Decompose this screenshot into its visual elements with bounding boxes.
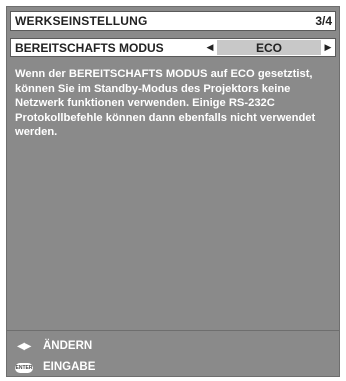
- menu-title-bar: WERKSEINSTELLUNG 3/4: [10, 11, 336, 31]
- menu-title: WERKSEINSTELLUNG: [15, 14, 148, 28]
- standby-mode-value-box: ECO: [217, 40, 321, 55]
- change-label: ÄNDERN: [43, 340, 93, 352]
- standby-mode-selector[interactable]: ◀ ECO ▶: [205, 40, 333, 55]
- standby-mode-label: BEREITSCHAFTS MODUS: [15, 41, 164, 55]
- standby-mode-description: Wenn der BEREITSCHAFTS MODUS auf ECO ges…: [15, 68, 316, 138]
- osd-menu-panel: WERKSEINSTELLUNG 3/4 BEREITSCHAFTS MODUS…: [6, 6, 340, 377]
- standby-mode-setting-row[interactable]: BEREITSCHAFTS MODUS ◀ ECO ▶: [10, 38, 336, 57]
- enter-label: EINGABE: [43, 361, 96, 373]
- enter-button-icon: ENTER: [15, 363, 33, 373]
- left-right-arrows-icon: ◀▶: [17, 341, 31, 352]
- footer-divider: [7, 330, 339, 331]
- triangle-left-icon[interactable]: ◀: [205, 40, 215, 55]
- page-indicator: 3/4: [315, 14, 332, 28]
- standby-mode-value: ECO: [255, 41, 282, 55]
- triangle-right-icon[interactable]: ▶: [323, 40, 333, 55]
